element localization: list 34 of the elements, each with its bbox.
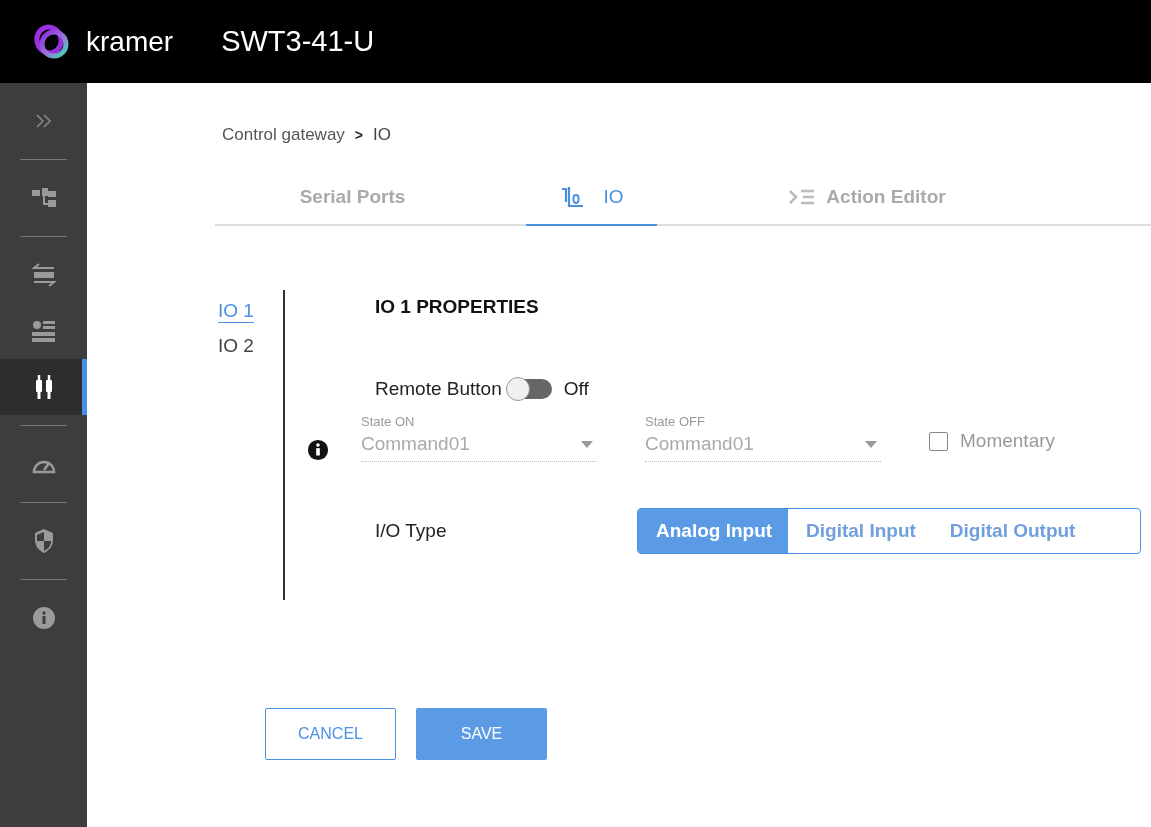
shield-icon	[32, 528, 55, 554]
tab[interactable]: Action Editor	[717, 169, 1017, 226]
segment-option[interactable]: Digital Input	[788, 509, 932, 553]
momentary-checkbox[interactable]: Momentary	[929, 430, 1056, 452]
section-title: IO 1 PROPERTIES	[375, 296, 540, 318]
caret-icon	[581, 440, 593, 448]
breadcrumb-current: IO	[373, 125, 391, 145]
settings-icon	[30, 319, 57, 343]
io-list-item[interactable]: IO 2	[218, 335, 254, 357]
device-title: SWT3-41-U	[221, 25, 375, 58]
auto-switch-icon	[30, 262, 57, 288]
hierarchy-icon	[30, 187, 57, 209]
checkbox-label: Momentary	[960, 430, 1056, 452]
toggle-switch[interactable]	[507, 379, 552, 399]
action-list-icon	[788, 187, 817, 206]
segment-option[interactable]: Digital Output	[931, 509, 1092, 553]
segment-option[interactable]: Analog Input	[638, 509, 789, 553]
tab[interactable]: Serial Ports	[215, 169, 490, 226]
brand-name: kramer	[86, 25, 174, 58]
breadcrumb-link[interactable]: Control gateway	[222, 125, 345, 145]
tab[interactable]: IO	[526, 169, 657, 226]
caret-icon	[865, 440, 877, 448]
breadcrumb-separator: >	[354, 127, 364, 143]
double-chevron-icon	[33, 113, 54, 129]
toggle-state: Off	[563, 378, 589, 400]
info-icon	[307, 439, 329, 461]
io-list-item[interactable]: IO 1	[218, 300, 254, 323]
cancel-button[interactable]: CANCEL	[265, 708, 396, 760]
io-type-label: I/O Type	[375, 520, 448, 542]
checkbox[interactable]	[929, 431, 948, 451]
save-button[interactable]: SAVE	[416, 708, 547, 760]
remote-button-label: Remote Button	[375, 378, 502, 400]
info-icon	[31, 606, 56, 630]
sidebar-item[interactable]	[0, 359, 87, 415]
